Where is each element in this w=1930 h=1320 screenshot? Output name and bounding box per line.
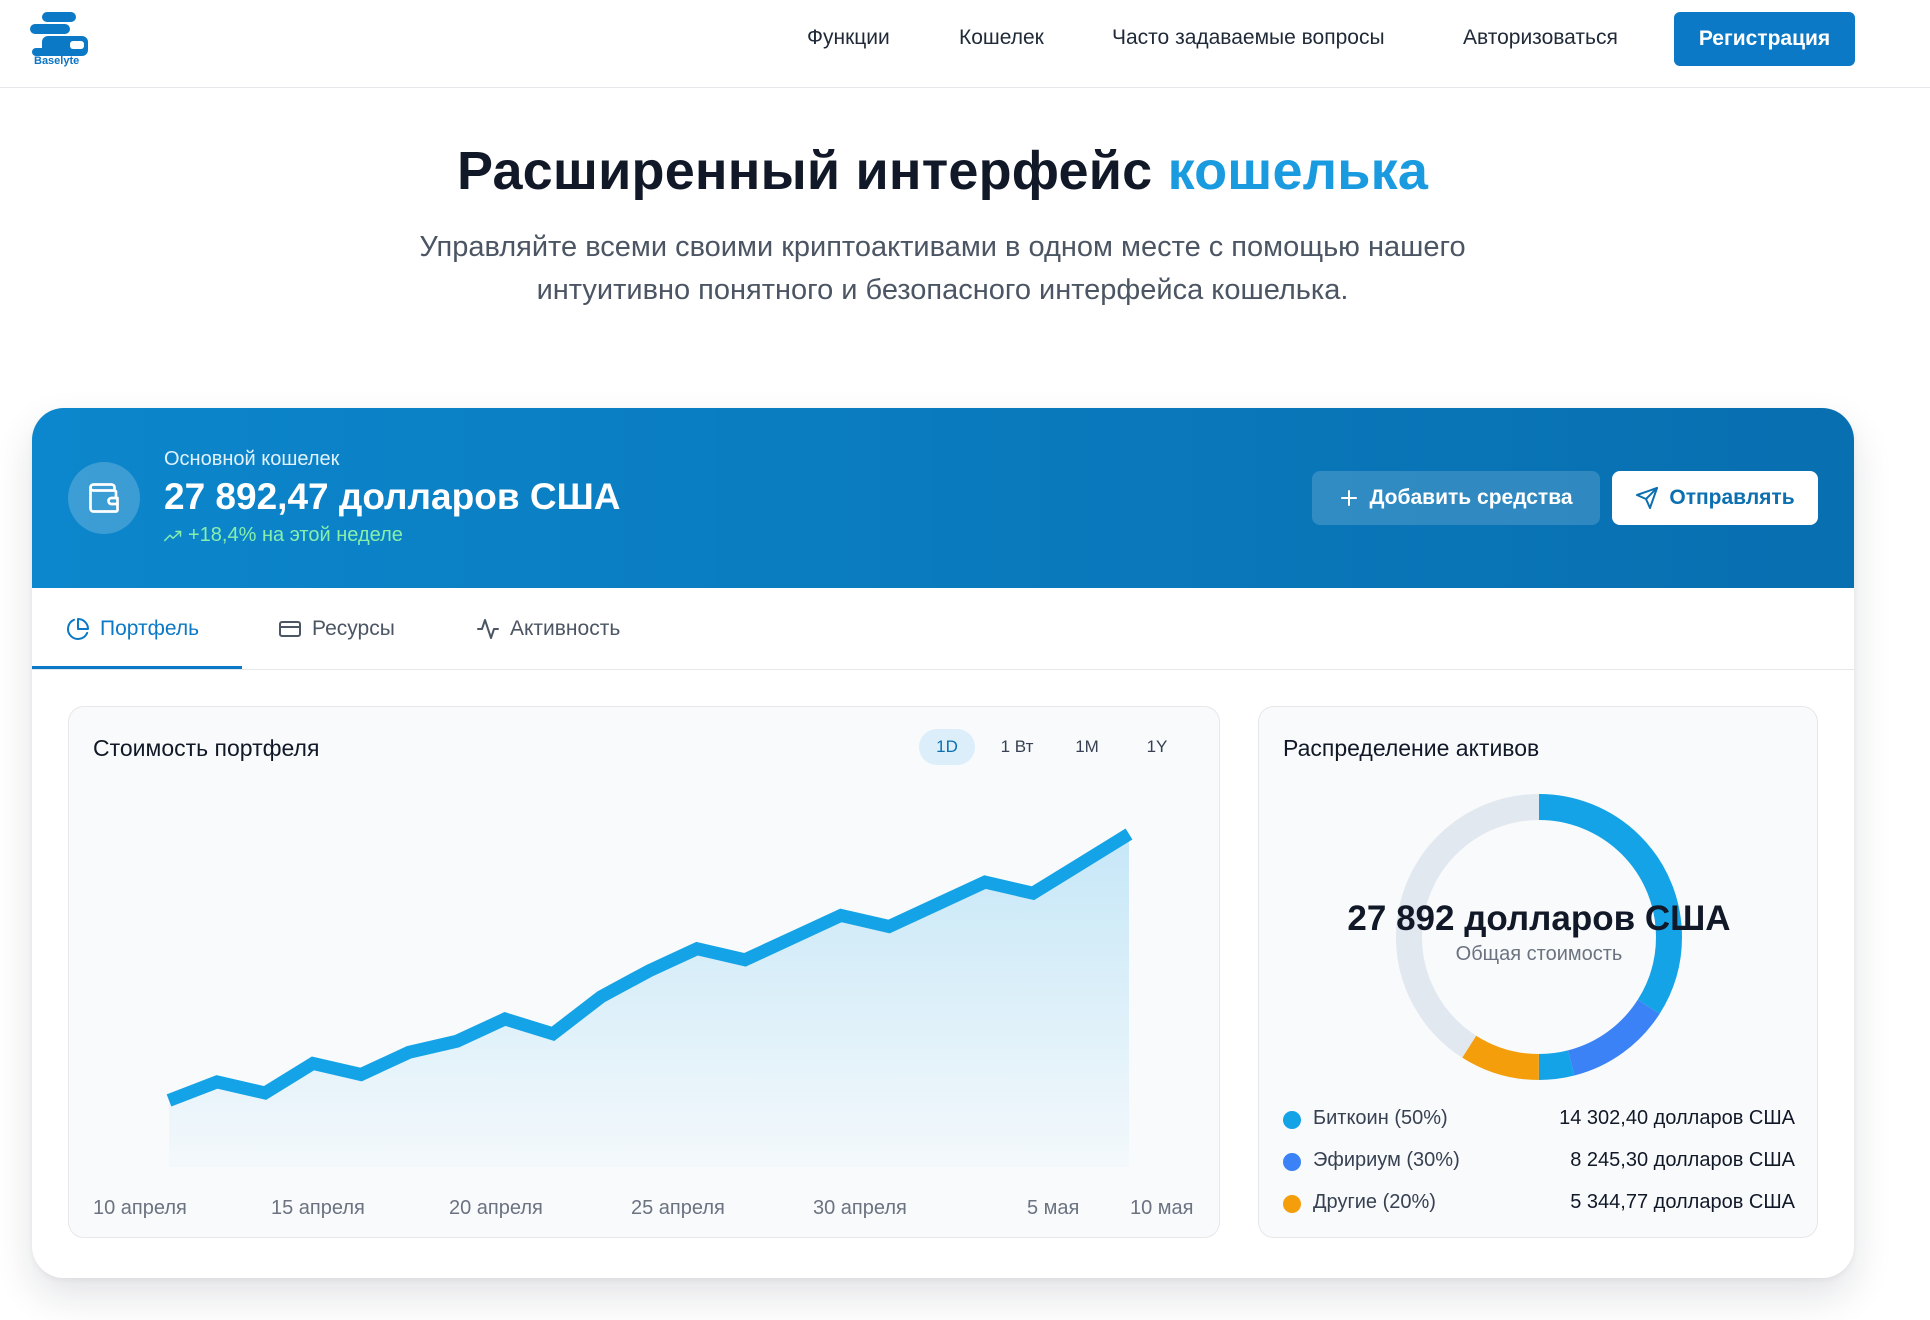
- wallet-label: Основной кошелек: [164, 448, 340, 470]
- hero-title-main: Расширенный интерфейс: [456, 141, 1153, 201]
- x-tick-label: 10 апреля: [93, 1197, 187, 1219]
- nav-link-wallet[interactable]: Кошелек: [959, 26, 1044, 50]
- register-button[interactable]: Регистрация: [1674, 12, 1855, 66]
- total-value-label: Общая стоимость: [1455, 943, 1623, 965]
- legend-label: Биткоин (50%): [1313, 1107, 1448, 1129]
- x-tick-label: 25 апреля: [631, 1197, 725, 1219]
- portfolio-value-panel: Стоимость портфеля 1D 1 Вт 1M 1Y 10 апре…: [68, 706, 1220, 1238]
- send-icon: [1636, 487, 1659, 509]
- nav-link-features[interactable]: Функции: [807, 26, 890, 50]
- tab-resources[interactable]: Ресурсы: [278, 588, 395, 670]
- x-tick-label: 20 апреля: [449, 1197, 543, 1219]
- activity-icon: [477, 619, 499, 639]
- allocation-donut-chart: [1396, 794, 1682, 1080]
- asset-allocation-panel: Распределение активов 27 892 долларов СШ…: [1258, 706, 1818, 1238]
- tab-activity-label: Активность: [510, 617, 621, 640]
- x-tick-label: 30 апреля: [813, 1197, 907, 1219]
- add-funds-label: Добавить средства: [1369, 486, 1573, 509]
- wallet-avatar: [68, 462, 140, 534]
- legend-dot: [1283, 1195, 1301, 1213]
- wallet-card: Основной кошелек 27 892,47 долларов США …: [32, 408, 1854, 1278]
- legend-value: 8 245,30 долларов США: [1570, 1149, 1795, 1171]
- wallet-change: +18,4% на этой неделе: [164, 524, 403, 547]
- logo-text: Baselyte: [34, 55, 80, 67]
- donut-center: 27 892 долларов США Общая стоимость: [1259, 899, 1819, 966]
- site-header: Baselyte Функции Кошелек Часто задаваемы…: [0, 0, 1930, 88]
- legend-label: Другие (20%): [1313, 1191, 1436, 1213]
- wallet-change-text: +18,4% на этой неделе: [188, 524, 403, 546]
- hero-subtitle: Управляйте всеми своими криптоактивами в…: [419, 231, 1466, 306]
- wallet-balance: 27 892,47 долларов США: [164, 476, 621, 517]
- legend-row-bitcoin: Биткоин (50%) 14 302,40 долларов США: [1283, 1105, 1795, 1135]
- tab-portfolio-label: Портфель: [100, 617, 200, 640]
- legend-dot: [1283, 1111, 1301, 1129]
- hero-title-accent: кошелька: [1167, 141, 1429, 201]
- add-funds-button[interactable]: Добавить средства: [1312, 471, 1600, 525]
- wallet-tabs: Портфель Ресурсы Активность: [32, 588, 1854, 670]
- legend-dot: [1283, 1153, 1301, 1171]
- legend-label: Эфириум (30%): [1313, 1149, 1460, 1171]
- total-value: 27 892 долларов США: [1347, 899, 1731, 938]
- send-label: Отправлять: [1669, 486, 1795, 509]
- x-tick-label: 5 мая: [1027, 1197, 1080, 1219]
- x-tick-label: 10 мая: [1130, 1197, 1194, 1219]
- tab-portfolio[interactable]: Портфель: [66, 588, 199, 670]
- legend-row-other: Другие (20%) 5 344,77 долларов США: [1283, 1189, 1795, 1219]
- tab-activity[interactable]: Активность: [476, 588, 620, 670]
- tab-resources-label: Ресурсы: [312, 617, 395, 640]
- pie-chart-icon: [67, 618, 89, 640]
- x-tick-label: 15 апреля: [271, 1197, 365, 1219]
- send-button[interactable]: Отправлять: [1612, 471, 1818, 525]
- plus-icon: [1341, 490, 1358, 506]
- active-tab-indicator: [32, 666, 242, 669]
- nav-link-login[interactable]: Авторизоваться: [1463, 26, 1618, 50]
- legend-value: 14 302,40 долларов США: [1559, 1107, 1795, 1129]
- trending-up-icon: [164, 530, 182, 541]
- credit-card-icon: [279, 621, 301, 637]
- nav-link-faq[interactable]: Часто задаваемые вопросы: [1112, 26, 1385, 50]
- wallet-header: Основной кошелек 27 892,47 долларов США …: [32, 408, 1854, 588]
- legend-row-ethereum: Эфириум (30%) 8 245,30 долларов США: [1283, 1147, 1795, 1177]
- wallet-icon: [89, 483, 119, 513]
- hero-title: Расширенный интерфейс кошелька: [0, 140, 1885, 202]
- portfolio-area-chart: [166, 828, 1133, 1167]
- legend-value: 5 344,77 долларов США: [1570, 1191, 1795, 1213]
